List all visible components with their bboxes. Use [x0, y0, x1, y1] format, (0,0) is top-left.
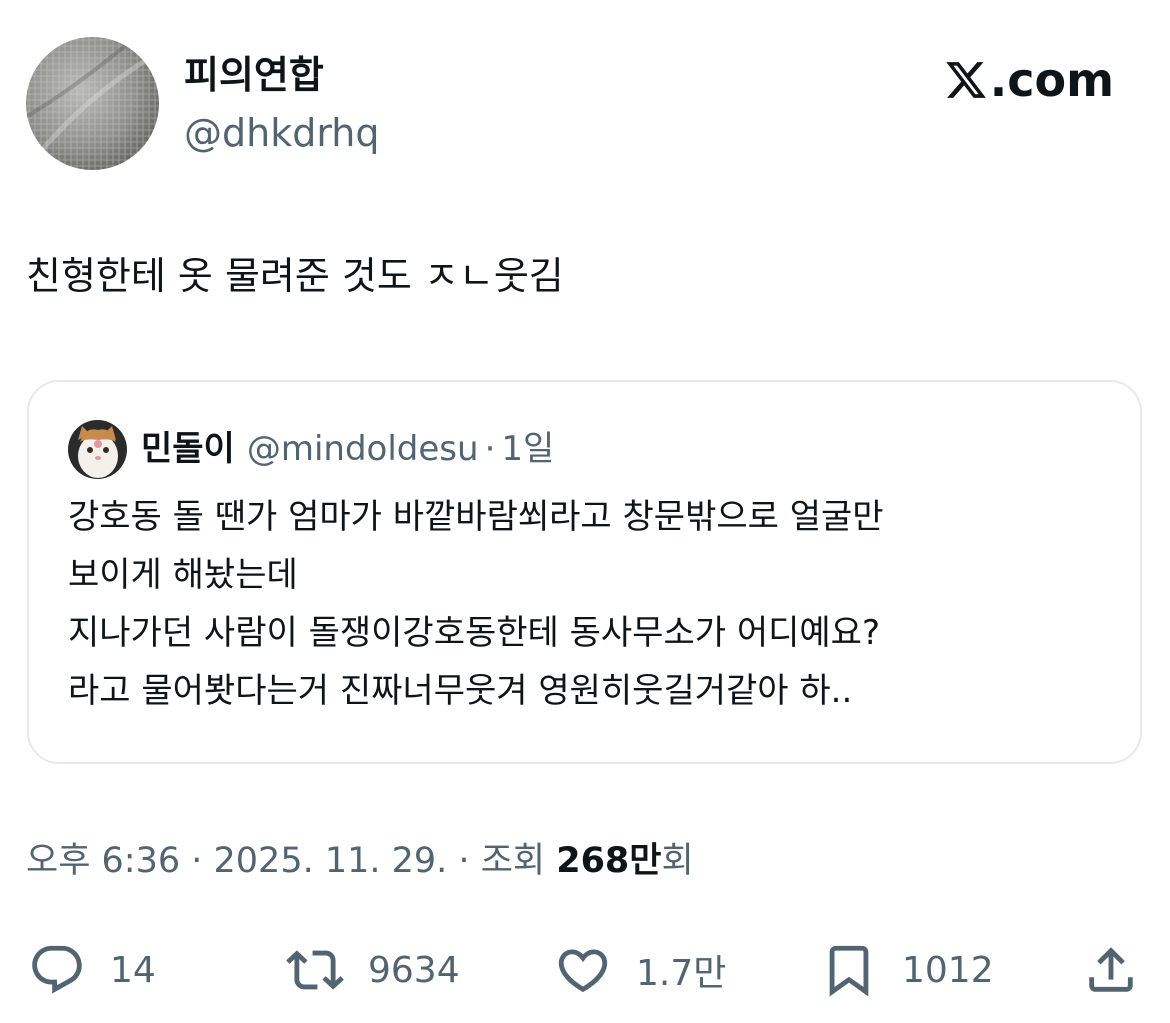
tweet-time[interactable]: 오후 6:36	[26, 841, 180, 881]
quote-header: 민돌이 @mindoldesu · 1일	[141, 426, 554, 472]
like-button[interactable]: 1.7만	[554, 938, 726, 1002]
cat-avatar-image	[68, 420, 127, 479]
tweet-text: 친형한테 옷 물려준 것도 ㅈㄴ웃김	[26, 254, 564, 298]
share-icon	[1089, 947, 1133, 992]
quote-author-avatar[interactable]	[68, 420, 127, 479]
views-label: 조회	[480, 841, 557, 881]
quote-text-line: 라고 물어봣다는거 진짜너무웃겨 영원히웃길거같아 하..	[68, 671, 853, 711]
quote-handle[interactable]: @mindoldesu	[247, 426, 479, 472]
x-logo-icon	[946, 62, 986, 98]
tweet-meta: 오후 6:36 · 2025. 11. 29. · 조회 268만회	[26, 836, 694, 886]
reply-icon	[32, 945, 82, 994]
like-count: 1.7만	[636, 953, 727, 994]
quote-display-name[interactable]: 민돌이	[141, 426, 235, 472]
brand-logo: .com	[944, 52, 1114, 108]
meta-separator: ·	[180, 841, 214, 881]
tweet-date[interactable]: 2025. 11. 29.	[214, 841, 448, 881]
bookmark-icon	[829, 945, 869, 997]
retweet-count: 9634	[368, 949, 460, 991]
quote-text-line: 보이게 해놨는데	[68, 555, 298, 595]
views-suffix: 회	[661, 841, 694, 881]
quote-text-line: 지나가던 사람이 돌쟁이강호동한테 동사무소가 어디예요?	[68, 613, 880, 653]
author-handle[interactable]: @dhkdrhq	[184, 108, 380, 158]
author-display-name[interactable]: 피의연합	[184, 50, 324, 100]
quote-text-line: 강호동 돌 땐가 엄마가 바깥바람쐬라고 창문밖으로 얼굴만	[68, 497, 884, 537]
brand-label: .com	[989, 53, 1114, 107]
views-count: 268만	[556, 841, 662, 881]
retweet-button[interactable]: 9634	[286, 938, 460, 1002]
bookmark-button[interactable]: 1012	[820, 938, 994, 1002]
like-icon	[558, 949, 608, 993]
avatar-image	[26, 37, 159, 170]
bookmark-count: 1012	[902, 949, 994, 991]
author-avatar[interactable]	[26, 37, 159, 170]
quote-time[interactable]: 1일	[501, 426, 554, 472]
reply-count: 14	[110, 949, 156, 991]
quote-text: 강호동 돌 땐가 엄마가 바깥바람쐬라고 창문밖으로 얼굴만 보이게 해놨는데 …	[68, 488, 1118, 720]
retweet-icon	[286, 950, 344, 990]
share-button[interactable]	[1082, 938, 1140, 1002]
reply-button[interactable]: 14	[28, 938, 156, 1002]
quote-separator: ·	[484, 429, 496, 469]
action-bar: 14 9634 1.7만 1012	[0, 938, 1170, 1002]
meta-separator: ·	[447, 841, 481, 881]
quote-tweet-card[interactable]: 민돌이 @mindoldesu · 1일 강호동 돌 땐가 엄마가 바깥바람쐬라…	[27, 380, 1142, 764]
